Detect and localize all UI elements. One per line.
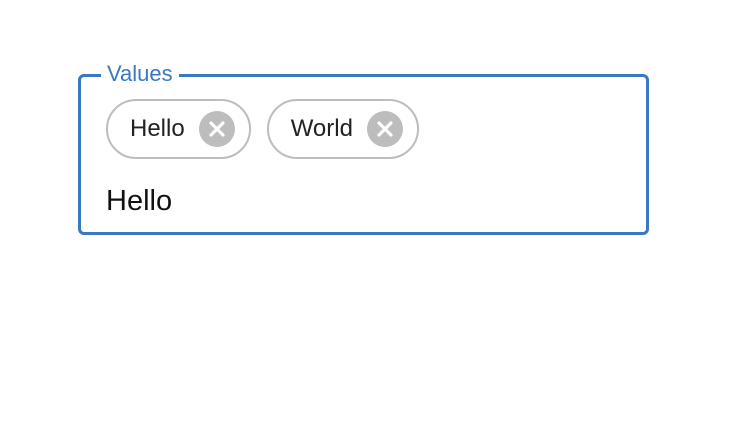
- chip-text-input[interactable]: [106, 181, 606, 221]
- close-circle-icon[interactable]: [366, 111, 403, 147]
- field-legend: Values: [101, 60, 179, 88]
- chip-world: World: [266, 99, 419, 159]
- values-chip-input-field[interactable]: Values Hello World: [78, 60, 649, 235]
- chip-list: Hello World: [106, 99, 419, 159]
- chip-label: World: [290, 115, 353, 142]
- chip-label: Hello: [130, 115, 185, 142]
- chip-hello: Hello: [106, 99, 251, 159]
- close-circle-icon[interactable]: [198, 111, 235, 147]
